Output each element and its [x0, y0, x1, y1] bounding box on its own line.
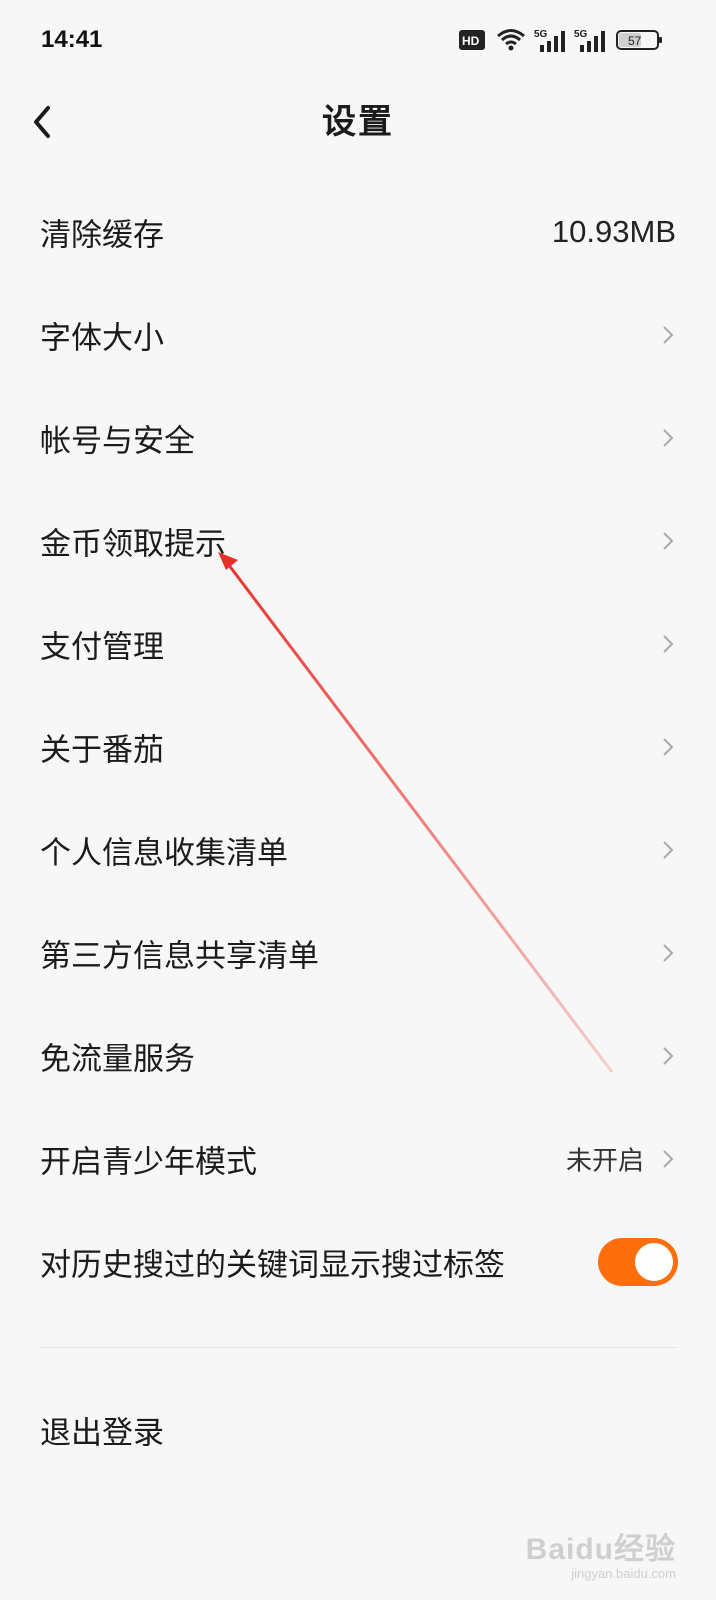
chevron-right-icon — [663, 943, 674, 962]
third-party-sharing-row[interactable]: 第三方信息共享清单 — [0, 901, 716, 1004]
row-label: 第三方信息共享清单 — [40, 938, 319, 974]
chevron-right-icon — [663, 634, 674, 653]
baidu-watermark: Baidu经验 jingyan.baidu.com — [526, 1524, 676, 1581]
settings-list: 清除缓存 10.93MB 字体大小 帐号与安全 金币领取提示 支付管理 关于番茄… — [0, 180, 716, 1313]
settings-screen: 14:41 HD 5G 5G 57 设置 清除缓存 10.93MB 字体大小 帐… — [0, 0, 716, 1600]
chevron-right-icon — [663, 428, 674, 447]
logout-button[interactable]: 退出登录 — [0, 1380, 716, 1480]
row-label: 清除缓存 — [40, 217, 164, 253]
cache-size-value: 10.93MB — [551, 213, 676, 249]
svg-text:57: 57 — [628, 34, 642, 48]
personal-info-list-row[interactable]: 个人信息收集清单 — [0, 798, 716, 901]
header: 设置 — [0, 80, 716, 176]
about-row[interactable]: 关于番茄 — [0, 695, 716, 798]
svg-text:5G: 5G — [574, 29, 588, 40]
hd-voice-icon: HD — [459, 30, 485, 50]
row-label: 支付管理 — [40, 629, 164, 665]
chevron-right-icon — [663, 737, 674, 756]
battery-icon: 57 — [616, 30, 662, 50]
page-title: 设置 — [322, 102, 394, 142]
watermark-logo: Baidu经验 — [525, 1533, 676, 1566]
status-time: 14:41 — [41, 26, 103, 53]
coin-reminder-row[interactable]: 金币领取提示 — [0, 489, 716, 592]
status-bar: 14:41 HD 5G 5G 57 — [0, 0, 716, 80]
clear-cache-row[interactable]: 清除缓存 10.93MB — [0, 180, 716, 283]
teen-mode-row[interactable]: 开启青少年模式 未开启 — [0, 1107, 716, 1210]
chevron-right-icon — [663, 840, 674, 859]
watermark-url: jingyan.baidu.com — [571, 1566, 676, 1581]
logout-label: 退出登录 — [40, 1415, 164, 1452]
row-label: 免流量服务 — [40, 1041, 195, 1077]
wifi-icon — [497, 29, 525, 51]
toggle-knob — [635, 1242, 673, 1281]
chevron-right-icon — [663, 1149, 674, 1168]
free-data-service-row[interactable]: 免流量服务 — [0, 1004, 716, 1107]
row-label: 字体大小 — [40, 320, 164, 356]
teen-mode-status: 未开启 — [565, 1146, 644, 1176]
chevron-right-icon — [663, 531, 674, 550]
status-icons: HD 5G 5G 57 — [458, 28, 668, 54]
font-size-row[interactable]: 字体大小 — [0, 283, 716, 386]
chevron-right-icon — [663, 325, 674, 344]
row-label: 对历史搜过的关键词显示搜过标签 — [40, 1247, 505, 1283]
search-tag-row: 对历史搜过的关键词显示搜过标签 — [0, 1210, 716, 1313]
row-label: 金币领取提示 — [40, 526, 226, 562]
svg-text:5G: 5G — [534, 29, 548, 40]
divider — [40, 1347, 676, 1348]
row-label: 开启青少年模式 — [40, 1144, 257, 1180]
account-security-row[interactable]: 帐号与安全 — [0, 386, 716, 489]
svg-text:HD: HD — [462, 34, 480, 48]
row-label: 个人信息收集清单 — [40, 835, 288, 871]
payment-management-row[interactable]: 支付管理 — [0, 592, 716, 695]
search-tag-toggle[interactable] — [598, 1237, 678, 1286]
row-label: 帐号与安全 — [40, 423, 195, 459]
chevron-right-icon — [663, 1046, 674, 1065]
5g-signal-icon: 5G — [534, 29, 565, 52]
5g-signal-icon: 5G — [574, 29, 605, 52]
row-label: 关于番茄 — [40, 732, 164, 768]
